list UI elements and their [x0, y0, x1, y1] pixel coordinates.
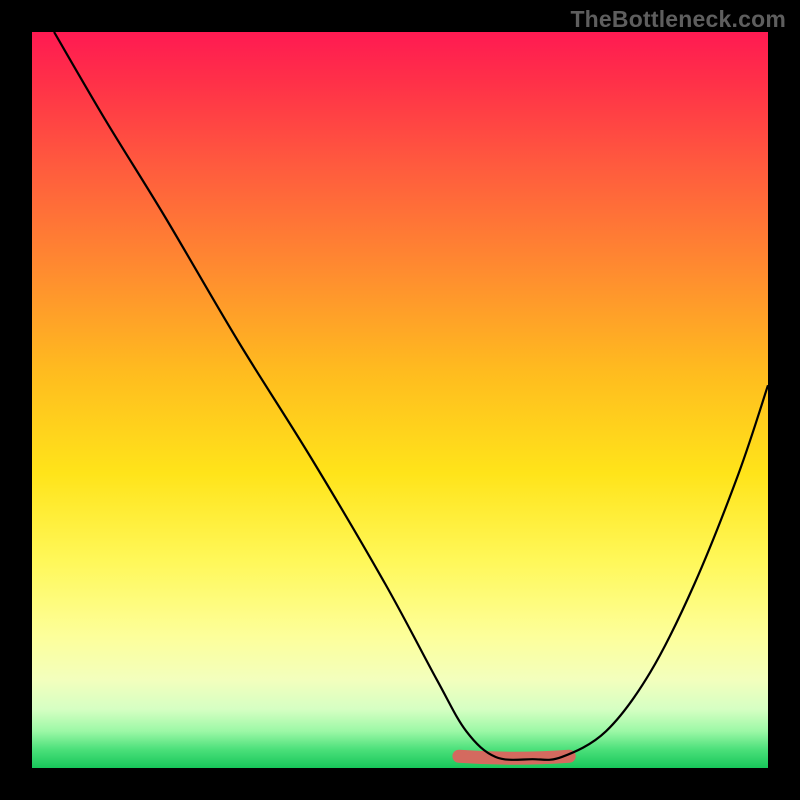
chart-svg	[32, 32, 768, 768]
plot-area	[32, 32, 768, 768]
optimal-range-marker	[459, 756, 569, 758]
watermark-text: TheBottleneck.com	[570, 6, 786, 33]
chart-frame: TheBottleneck.com	[0, 0, 800, 800]
bottleneck-curve	[54, 32, 768, 760]
